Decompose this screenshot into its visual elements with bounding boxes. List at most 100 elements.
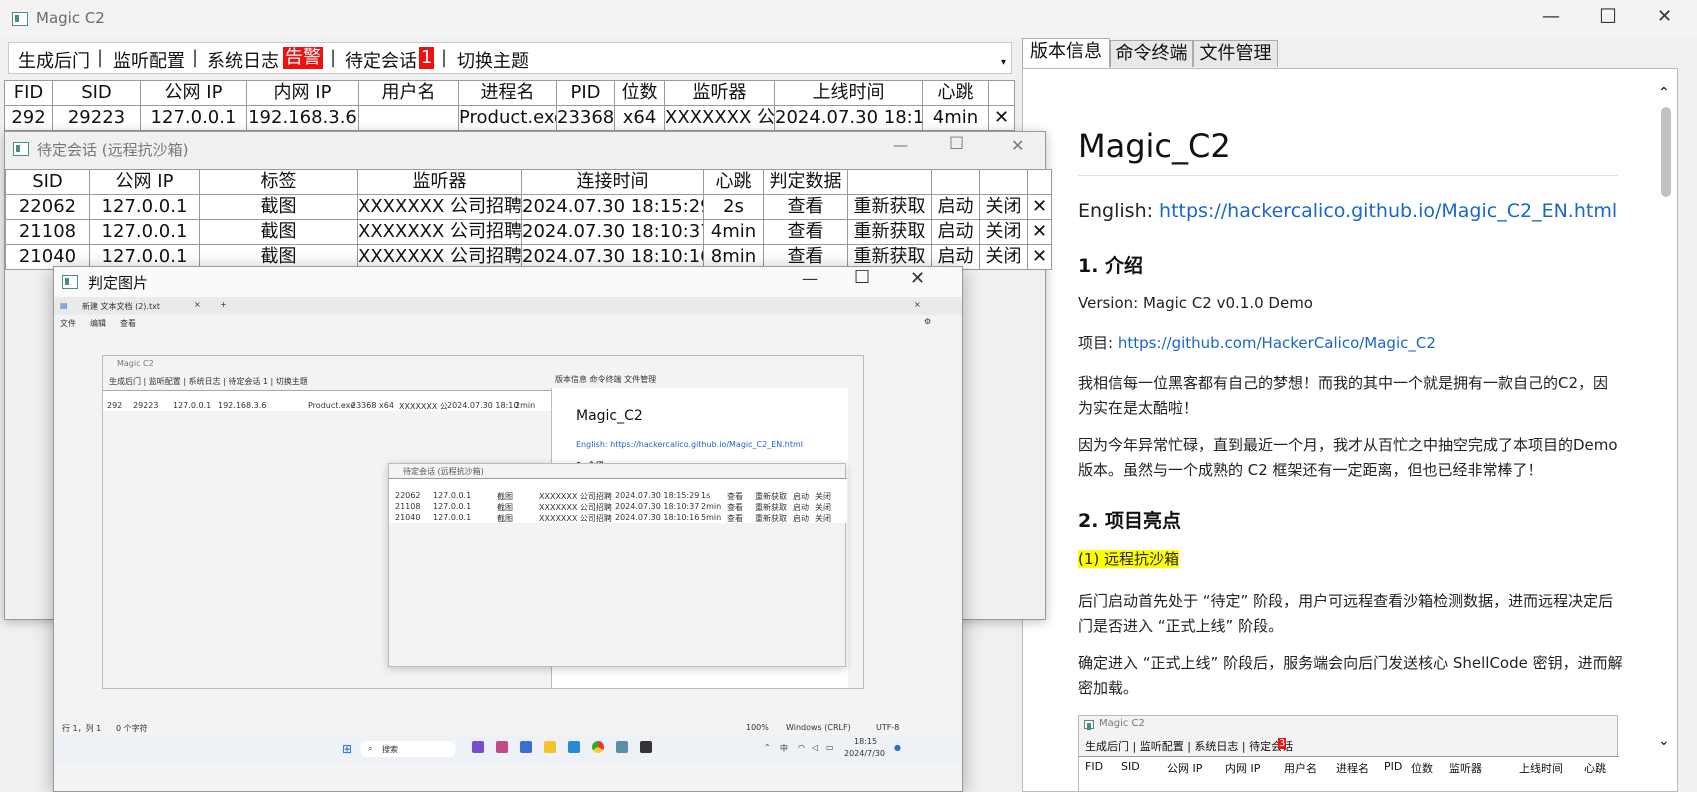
col-header[interactable]: 监听器 [357, 169, 522, 195]
right-tabs: 版本信息 命令终端 文件管理 [1022, 38, 1282, 68]
close-icon[interactable]: ✕ [910, 268, 925, 289]
col-header[interactable]: 用户名 [358, 80, 459, 106]
col-header[interactable]: FID [4, 80, 53, 106]
close-button[interactable]: 关闭 [979, 194, 1028, 220]
cell: 2024.07.30 18:15:29 [521, 194, 704, 220]
terminal-icon [640, 741, 652, 753]
scroll-thumb[interactable] [1661, 107, 1671, 197]
inner-cell: 192.168.3.6 [218, 401, 267, 410]
minimize-icon[interactable]: — [802, 269, 818, 288]
col-header[interactable]: 进程名 [458, 80, 557, 106]
cell: 192.168.3.6 [246, 105, 359, 131]
maximize-icon[interactable]: ☐ [854, 267, 870, 288]
scroll-down-icon[interactable]: ⌄ [1658, 733, 1670, 749]
paragraph-online: 确定进入 “正式上线” 阶段后，服务端会向后门发送核心 ShellCode 密钥… [1078, 654, 1623, 697]
app-icon [13, 142, 29, 156]
maximize-icon[interactable]: ☐ [1599, 4, 1617, 28]
start-button[interactable]: 启动 [931, 194, 980, 220]
view-button[interactable]: 查看 [763, 219, 848, 245]
cell: x64 [614, 105, 665, 131]
inner-cell: 2024.07.30 18:10:16 [615, 513, 700, 522]
view-button[interactable]: 查看 [763, 194, 848, 220]
doc-title: Magic_C2 [1078, 127, 1231, 165]
minimize-icon[interactable]: — [893, 136, 908, 154]
overflow-arrow-icon[interactable]: ▾ [1001, 57, 1006, 68]
tab-file-manager[interactable]: 文件管理 [1193, 40, 1278, 67]
cell: 2s [703, 194, 764, 220]
embedded-col: 位数 [1411, 762, 1433, 775]
new-tab-icon: + [220, 300, 227, 309]
pending-table: SID 公网 IP 标签 监听器 连接时间 心跳 判定数据 22062 127.… [5, 169, 1052, 270]
menu-separator: | [97, 47, 104, 68]
table-row[interactable]: 22062 127.0.0.1 截图 XXXXXXX 公司招聘 2024.07.… [5, 194, 1052, 220]
minimize-icon[interactable]: — [1542, 6, 1560, 27]
inner-cell: 截图 [497, 514, 513, 523]
col-header[interactable]: 监听器 [664, 80, 775, 106]
inner-pending-row: 21040 127.0.0.1 截图 XXXXXXX 公司招聘 2024.07.… [389, 513, 847, 523]
sessions-table: FID SID 公网 IP 内网 IP 用户名 进程名 PID 位数 监听器 上… [4, 80, 1015, 131]
embedded-col: 进程名 [1336, 762, 1369, 775]
cell: XXXXXXX 公司招聘 [357, 194, 522, 220]
english-link[interactable]: https://hackercalico.github.io/Magic_C2_… [1159, 200, 1617, 222]
project-link[interactable]: https://github.com/HackerCalico/Magic_C2 [1118, 334, 1436, 352]
menu-generate-backdoor[interactable]: 生成后门 [18, 47, 90, 73]
cell: Product.exe [458, 105, 557, 131]
col-header[interactable]: 上线时间 [774, 80, 923, 106]
inner-cell: 22062 [395, 491, 421, 500]
search-placeholder: 搜索 [382, 745, 398, 754]
menu-system-log[interactable]: 系统日志 [207, 47, 279, 73]
inner-cell: 关闭 [815, 503, 831, 512]
col-header[interactable]: 连接时间 [521, 169, 704, 195]
scroll-up-icon[interactable]: ⌃ [1658, 85, 1670, 101]
remove-icon[interactable]: ✕ [1027, 194, 1052, 220]
menu-pending-sessions[interactable]: 待定会话 [345, 47, 417, 73]
notepad-menu-file: 文件 [60, 319, 76, 328]
col-header[interactable]: 判定数据 [763, 169, 848, 195]
paragraph-pending: 后门启动首先处于 “待定” 阶段，用户可远程查看沙箱检测数据，进而远程决定后门是… [1078, 592, 1614, 635]
divider [1078, 175, 1618, 176]
cell: 4min [922, 105, 989, 131]
refetch-button[interactable]: 重新获取 [847, 219, 932, 245]
refetch-button[interactable]: 重新获取 [847, 194, 932, 220]
embedded-col: 监听器 [1449, 762, 1482, 775]
col-header[interactable]: 心跳 [703, 169, 764, 195]
remove-icon[interactable]: ✕ [1027, 219, 1052, 245]
pending-window-title: 待定会话 (远程抗沙箱) [37, 141, 189, 159]
cell: 127.0.0.1 [89, 194, 200, 220]
col-header[interactable]: 心跳 [922, 80, 989, 106]
inner-cell: 2min [515, 401, 536, 410]
cell: 截图 [199, 219, 358, 245]
tab-command-terminal[interactable]: 命令终端 [1110, 40, 1193, 67]
remove-icon[interactable]: ✕ [1027, 244, 1052, 270]
notepad-close-icon: × [914, 300, 921, 309]
table-row[interactable]: 292 29223 127.0.0.1 192.168.3.6 Product.… [4, 105, 1015, 131]
tab-version-info[interactable]: 版本信息 [1022, 38, 1110, 68]
maximize-icon[interactable]: ☐ [949, 134, 964, 154]
inner-cell: 127.0.0.1 [433, 513, 472, 522]
taskbar-search: ⌕ 搜索 [360, 741, 456, 757]
start-button[interactable]: 启动 [931, 219, 980, 245]
col-header[interactable]: 内网 IP [246, 80, 359, 106]
notepad-taskbar-icon [568, 741, 580, 753]
doc-scrollbar[interactable]: ⌃ ⌄ [1655, 77, 1675, 789]
col-header[interactable]: 公网 IP [140, 80, 247, 106]
menu-listener-config[interactable]: 监听配置 [113, 47, 185, 73]
col-header[interactable]: 公网 IP [89, 169, 200, 195]
col-header[interactable]: SID [5, 169, 90, 195]
close-button[interactable]: 关闭 [979, 219, 1028, 245]
inner-cell: XXXXXXX 公 [399, 402, 448, 411]
menu-switch-theme[interactable]: 切换主题 [457, 47, 529, 73]
col-header[interactable]: PID [556, 80, 615, 106]
paragraph-dream: 我相信每一位黑客都有自己的梦想！而我的其中一个就是拥有一款自己的C2，因为实在是… [1078, 374, 1609, 417]
close-button[interactable]: 关闭 [979, 244, 1028, 270]
remove-session-icon[interactable]: ✕ [988, 105, 1015, 131]
inner-menu: 生成后门 | 监听配置 | 系统日志 | 待定会话 1 | 切换主题 [109, 377, 308, 386]
close-icon[interactable]: ✕ [1011, 136, 1024, 155]
close-icon[interactable]: ✕ [1657, 6, 1672, 27]
tray-ime: 中 [780, 744, 788, 753]
table-row[interactable]: 21108 127.0.0.1 截图 XXXXXXX 公司招聘 2024.07.… [5, 219, 1052, 245]
col-header[interactable]: 位数 [614, 80, 665, 106]
col-header[interactable]: 标签 [199, 169, 358, 195]
col-header[interactable]: SID [52, 80, 141, 106]
inner-cell: 关闭 [815, 492, 831, 501]
